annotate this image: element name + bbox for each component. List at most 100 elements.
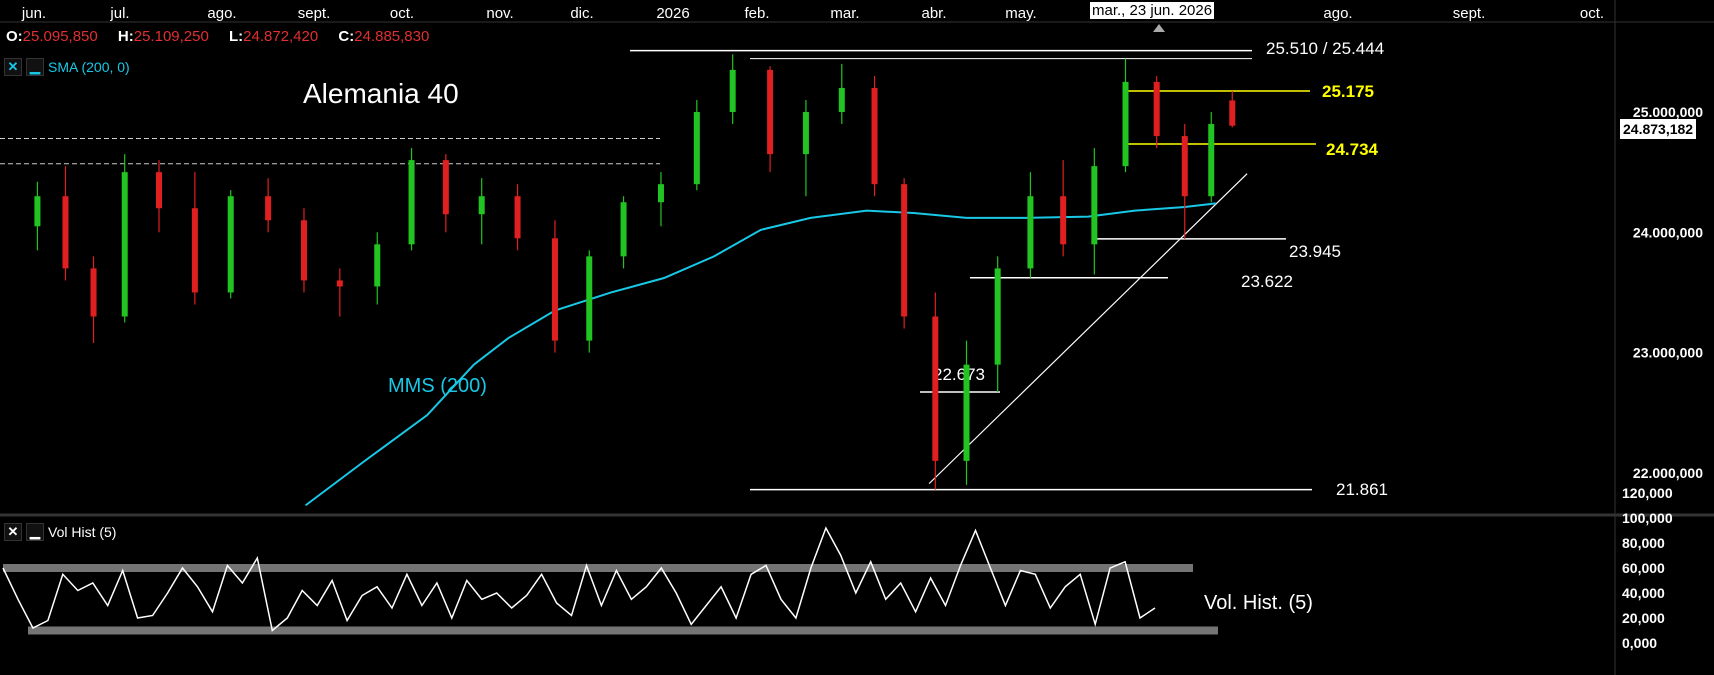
sma-legend-label[interactable]: SMA (200, 0) — [48, 59, 130, 75]
candle-body — [693, 112, 700, 185]
vol-y-tick-label: 60,000 — [1622, 560, 1665, 576]
low-label: L: — [229, 28, 244, 45]
candle-body — [932, 316, 939, 461]
close-value: 24.885,830 — [354, 28, 430, 45]
candle-body — [586, 256, 593, 341]
candle-body — [838, 87, 845, 112]
ohlc-readout: O:25.095,850 H:25.109,250 L:24.872,420 C… — [6, 28, 445, 45]
y-tick-label: 23.000,000 — [1633, 345, 1703, 361]
candle-body — [336, 280, 343, 287]
x-tick-label: may. — [1005, 5, 1036, 22]
candle-body — [191, 208, 198, 293]
level-label: 23.945 — [1289, 242, 1341, 261]
trend-line — [928, 173, 1248, 485]
vol-legend-label[interactable]: Vol Hist (5) — [48, 524, 116, 540]
x-tick-label: dic. — [570, 5, 593, 22]
candle-body — [265, 196, 272, 221]
chart-frame — [0, 0, 1714, 675]
x-tick-label: abr. — [921, 5, 946, 22]
candle-body — [90, 268, 97, 317]
vol-y-tick-label: 100,000 — [1622, 510, 1673, 526]
sma-chart-label: MMS (200) — [388, 375, 487, 397]
close-icon[interactable]: ✕ — [4, 58, 22, 76]
candle-body — [729, 69, 736, 112]
candle-body — [767, 69, 774, 155]
level-label: 21.861 — [1336, 480, 1388, 499]
candle-body — [121, 172, 128, 317]
candle-body — [871, 87, 878, 185]
candle-body — [1091, 166, 1098, 245]
candles — [34, 54, 1236, 490]
level-lines: 25.510 / 25.444 25.175 24.734 23.945 23.622 2… — [0, 39, 1388, 499]
candle-body — [62, 196, 69, 269]
candle-body — [963, 364, 970, 461]
crosshair-marker-icon — [1153, 24, 1165, 32]
vol-y-tick-label: 80,000 — [1622, 535, 1665, 551]
candle-body — [620, 202, 627, 257]
close-label: C: — [338, 28, 355, 45]
candle-body — [994, 268, 1001, 365]
y-tick-label: 25.000,000 — [1633, 104, 1703, 120]
x-tick-label: mar. — [830, 5, 859, 22]
candle-body — [1122, 81, 1129, 167]
last-price-badge: 24.873,182 — [1620, 119, 1697, 139]
vol-y-tick-label: 20,000 — [1622, 610, 1665, 626]
x-tick-label: jul. — [109, 5, 129, 22]
high-value: 25.109,250 — [133, 28, 209, 45]
vol-y-tick-label: 0,000 — [1622, 635, 1657, 651]
candle-body — [300, 220, 307, 281]
y-tick-label: 24.000,000 — [1633, 224, 1703, 240]
candle-body — [1229, 100, 1236, 126]
candle-body — [478, 196, 485, 215]
x-tick-label: nov. — [486, 5, 513, 22]
volatility-line — [2, 526, 1156, 632]
chart-title: Alemania 40 — [303, 78, 459, 109]
candle-body — [657, 184, 664, 203]
level-label: 22.673 — [933, 365, 985, 384]
sma-line — [304, 202, 1217, 507]
x-tick-label: ago. — [1323, 5, 1352, 22]
minimize-icon[interactable]: ▁ — [26, 58, 44, 76]
level-label: 23.622 — [1241, 272, 1293, 291]
low-value: 24.872,420 — [243, 28, 319, 45]
vol-y-tick-label: 40,000 — [1622, 585, 1665, 601]
level-label: 25.175 — [1322, 82, 1374, 101]
x-tick-label: sept. — [1453, 5, 1486, 22]
x-tick-label: jun. — [21, 5, 46, 22]
candle-body — [156, 172, 163, 209]
minimize-icon[interactable]: ▁ — [26, 523, 44, 541]
candle-body — [1153, 81, 1160, 137]
candle-body — [227, 196, 234, 293]
close-icon[interactable]: ✕ — [4, 523, 22, 541]
high-label: H: — [117, 28, 134, 45]
open-label: O: — [6, 28, 23, 45]
candle-body — [901, 184, 908, 317]
open-value: 25.095,850 — [22, 28, 98, 45]
candle-body — [408, 160, 415, 245]
sma-legend: ✕ ▁ SMA (200, 0) — [4, 58, 130, 76]
y-tick-label: 22.000,000 — [1633, 465, 1703, 481]
candle-body — [442, 160, 449, 215]
x-tick-label: 2026 — [656, 5, 689, 22]
vol-legend: ✕ ▁ Vol Hist (5) — [4, 523, 116, 541]
x-tick-label: sept. — [298, 5, 331, 22]
vol-y-tick-label: 120,000 — [1622, 485, 1673, 501]
level-label: 24.734 — [1326, 140, 1379, 159]
level-label: 25.510 / 25.444 — [1266, 39, 1384, 58]
x-tick-label: ago. — [207, 5, 236, 22]
candle-body — [551, 238, 558, 341]
x-tick-label: feb. — [744, 5, 769, 22]
y-axis: 25.000,000 24.000,000 23.000,000 22.000,000 — [1633, 104, 1703, 481]
sma-series — [304, 202, 1217, 507]
volatility-panel: 120,000 100,000 80,000 60,000 40,000 20,000 0,… — [2, 485, 1673, 651]
candle-body — [1181, 136, 1188, 197]
chart-canvas[interactable]: jun. jul. ago. sept. oct. nov. dic. 2026 feb. mar… — [0, 0, 1714, 675]
crosshair-date-badge: mar., 23 jun. 2026 — [1090, 2, 1215, 19]
x-tick-label: oct. — [1580, 5, 1604, 22]
candle-body — [1060, 196, 1067, 245]
candle-body — [34, 196, 41, 227]
candle-body — [514, 196, 521, 239]
lower-band — [28, 626, 1218, 635]
candle-body — [802, 112, 809, 155]
candle-body — [374, 244, 381, 287]
